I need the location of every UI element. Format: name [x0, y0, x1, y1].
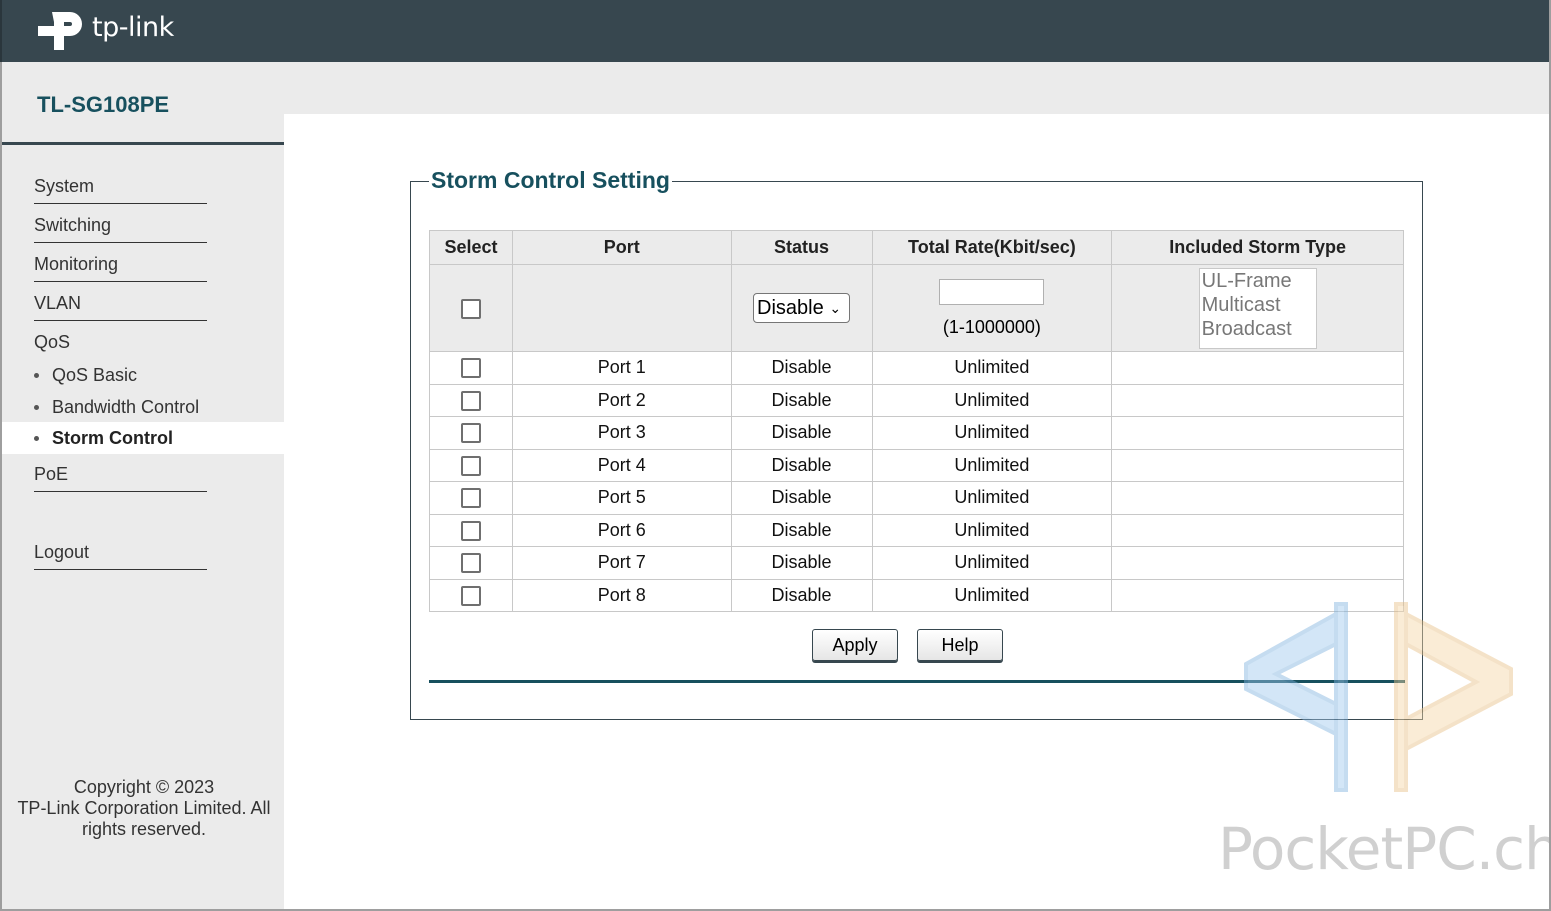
port-4-checkbox[interactable] — [460, 455, 481, 476]
page-title: Storm Control Setting — [429, 167, 672, 194]
port-name: Port 8 — [511, 578, 732, 612]
port-storm-type — [1111, 513, 1404, 547]
total-rate-input[interactable] — [939, 278, 1045, 305]
sidebar-item-monitoring[interactable]: Monitoring — [34, 254, 207, 282]
sidebar-item-qos[interactable]: QoS — [34, 332, 207, 359]
status-cell: Disable ⌄ — [730, 264, 873, 352]
column-header-total-rate: Total Rate(Kbit/sec) — [871, 230, 1113, 265]
port-status: Disable — [730, 481, 873, 515]
help-button[interactable]: Help — [917, 629, 1003, 661]
port-name: Port 1 — [511, 351, 732, 385]
storm-type-option[interactable]: Multicast — [1202, 293, 1316, 317]
port-status: Disable — [730, 351, 873, 385]
port-rate: Unlimited — [871, 383, 1113, 417]
sidebar-subitem-qos-basic[interactable]: QoS Basic — [2, 359, 286, 391]
port-3-checkbox[interactable] — [460, 423, 481, 444]
brand-logo-text: tp-link — [92, 12, 174, 43]
select-all-checkbox[interactable] — [460, 298, 481, 319]
sidebar-item-poe[interactable]: PoE — [34, 464, 207, 492]
port-rate: Unlimited — [871, 481, 1113, 515]
column-header-port: Port — [511, 230, 732, 265]
port-cell — [511, 264, 732, 352]
sidebar-subitem-label: Bandwidth Control — [52, 397, 200, 417]
rate-range-hint: (1-1000000) — [942, 316, 1041, 337]
status-select[interactable]: Disable ⌄ — [753, 293, 851, 323]
port-7-checkbox[interactable] — [460, 553, 481, 574]
port-status: Disable — [730, 416, 873, 450]
sidebar-item-logout[interactable]: Logout — [34, 542, 207, 570]
bulk-edit-row: Disable ⌄ (1-1000000) UL-Frame Multicast… — [429, 264, 1404, 352]
port-name: Port 3 — [511, 416, 732, 450]
sidebar-subitem-label: Storm Control — [52, 428, 173, 448]
port-name: Port 5 — [511, 481, 732, 515]
copyright-line: rights reserved. — [81, 819, 207, 839]
sidebar-subitem-bandwidth-control[interactable]: Bandwidth Control — [2, 391, 286, 423]
port-name: Port 2 — [511, 383, 732, 417]
table-row: Port 1 Disable Unlimited — [429, 351, 1404, 385]
model-name: TL-SG108PE — [37, 92, 170, 117]
status-select-value: Disable — [757, 297, 824, 319]
column-header-select: Select — [429, 230, 513, 265]
port-storm-type — [1111, 546, 1404, 580]
port-storm-type — [1111, 481, 1404, 515]
port-status: Disable — [730, 546, 873, 580]
port-rate: Unlimited — [871, 351, 1113, 385]
table-row: Port 2 Disable Unlimited — [429, 383, 1404, 417]
port-rate: Unlimited — [871, 416, 1113, 450]
port-status: Disable — [730, 513, 873, 547]
sidebar-item-switching[interactable]: Switching — [34, 215, 207, 243]
copyright-line: Copyright © 2023 — [73, 777, 215, 797]
header-strip — [284, 62, 1549, 114]
port-storm-type — [1111, 416, 1404, 450]
sidebar-item-system[interactable]: System — [34, 176, 207, 204]
port-6-checkbox[interactable] — [460, 520, 481, 541]
sidebar-subitem-storm-control[interactable]: Storm Control — [2, 422, 286, 454]
port-status: Disable — [730, 448, 873, 482]
port-name: Port 4 — [511, 448, 732, 482]
rate-cell: (1-1000000) — [871, 264, 1113, 352]
port-name: Port 7 — [511, 546, 732, 580]
bullet-icon — [34, 373, 39, 378]
top-bar: tp-link — [0, 0, 1551, 62]
port-2-checkbox[interactable] — [460, 390, 481, 411]
storm-control-table: Select Port Status Total Rate(Kbit/sec) … — [429, 230, 1404, 612]
port-5-checkbox[interactable] — [460, 488, 481, 509]
bullet-icon — [34, 405, 39, 410]
port-rate: Unlimited — [871, 448, 1113, 482]
port-8-checkbox[interactable] — [460, 585, 481, 606]
column-header-storm-type: Included Storm Type — [1111, 230, 1404, 265]
sidebar: TL-SG108PE System Switching Monitoring V… — [0, 62, 286, 911]
port-rate: Unlimited — [871, 578, 1113, 612]
storm-type-listbox[interactable]: UL-Frame Multicast Broadcast — [1198, 267, 1317, 349]
port-name: Port 6 — [511, 513, 732, 547]
bullet-icon — [34, 436, 39, 441]
select-cell — [429, 264, 513, 352]
table-row: Port 3 Disable Unlimited — [429, 416, 1404, 450]
sidebar-item-vlan[interactable]: VLAN — [34, 293, 207, 321]
watermark-text: PocketPC.ch — [1218, 815, 1551, 883]
storm-type-option[interactable]: Broadcast — [1202, 317, 1316, 341]
port-status: Disable — [730, 383, 873, 417]
port-rate: Unlimited — [871, 513, 1113, 547]
table-row: Port 5 Disable Unlimited — [429, 481, 1404, 515]
table-row: Port 7 Disable Unlimited — [429, 546, 1404, 580]
table-row: Port 4 Disable Unlimited — [429, 448, 1404, 482]
storm-type-option[interactable]: UL-Frame — [1202, 269, 1316, 293]
watermark-logo-icon — [1244, 602, 1513, 792]
apply-button[interactable]: Apply — [812, 629, 898, 661]
port-1-checkbox[interactable] — [460, 358, 481, 379]
port-storm-type — [1111, 448, 1404, 482]
port-storm-type — [1111, 383, 1404, 417]
chevron-down-icon: ⌄ — [829, 300, 842, 316]
copyright-notice: Copyright © 2023 TP-Link Corporation Lim… — [2, 777, 286, 840]
storm-type-cell: UL-Frame Multicast Broadcast — [1111, 264, 1404, 352]
port-status: Disable — [730, 578, 873, 612]
column-header-status: Status — [730, 230, 873, 265]
sidebar-subitem-label: QoS Basic — [52, 365, 138, 385]
model-divider — [2, 142, 286, 145]
copyright-line: TP-Link Corporation Limited. All — [17, 798, 271, 818]
table-row: Port 6 Disable Unlimited — [429, 513, 1404, 547]
port-storm-type — [1111, 351, 1404, 385]
port-rate: Unlimited — [871, 546, 1113, 580]
